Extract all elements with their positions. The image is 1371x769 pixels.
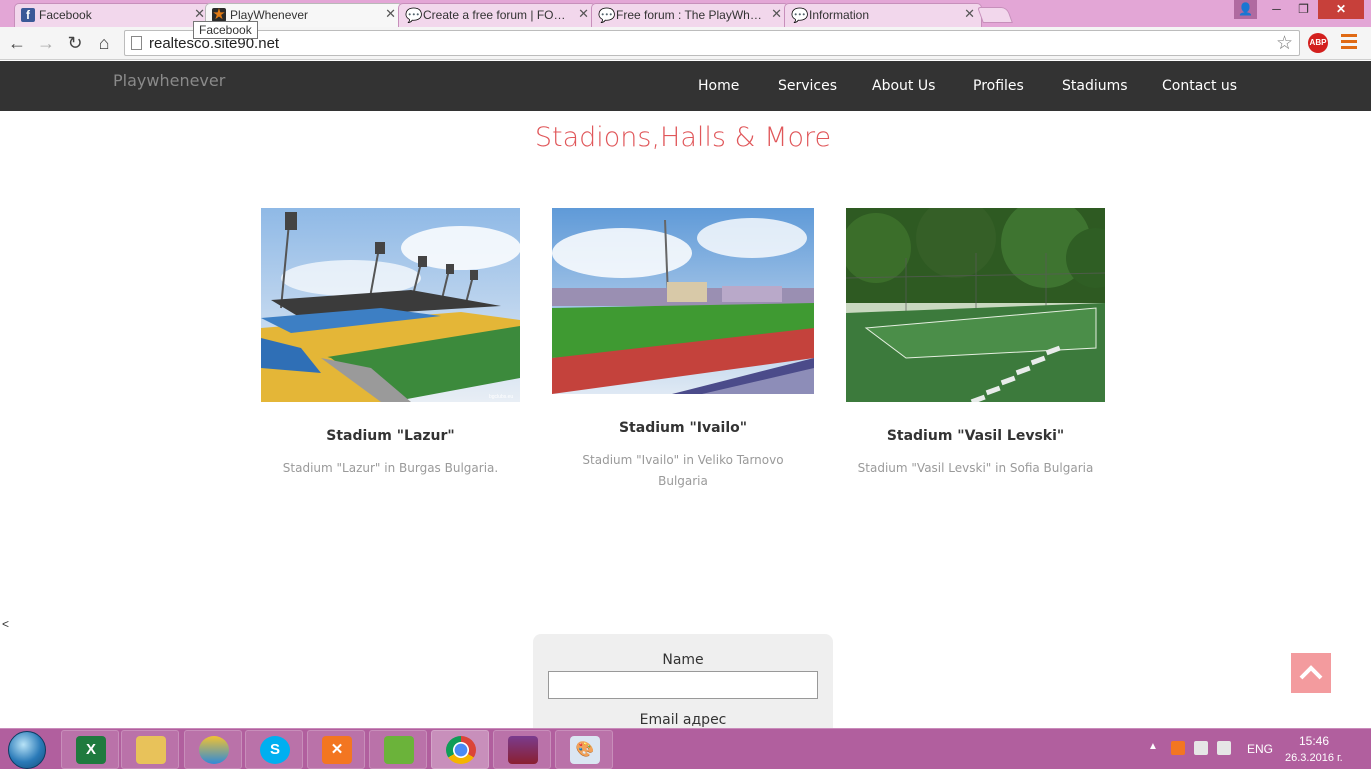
volume-icon[interactable] bbox=[1217, 741, 1231, 755]
network-icon[interactable] bbox=[1194, 741, 1208, 755]
skype-icon: S bbox=[260, 736, 290, 764]
close-window-button[interactable]: ✕ bbox=[1318, 0, 1364, 19]
winrar-icon bbox=[508, 736, 538, 764]
chat-icon: 💬 bbox=[598, 7, 616, 23]
taskbar-chrome[interactable] bbox=[431, 730, 489, 769]
chrome-icon bbox=[446, 736, 476, 764]
user-icon[interactable]: 👤 bbox=[1234, 0, 1257, 19]
close-icon[interactable]: ✕ bbox=[964, 6, 975, 22]
stadium-name: Stadium "Lazur" bbox=[326, 428, 455, 444]
taskbar-winrar[interactable] bbox=[493, 730, 551, 769]
new-tab-button[interactable] bbox=[977, 7, 1013, 23]
stadium-card-lazur: bgclubs.eu Stadium "Lazur" Stadium "Lazu… bbox=[261, 208, 520, 479]
taskbar-skype[interactable]: S bbox=[245, 730, 303, 769]
close-icon[interactable]: ✕ bbox=[385, 6, 396, 22]
nav-profiles[interactable]: Profiles bbox=[973, 78, 1024, 94]
clock-time[interactable]: 15:46 bbox=[1299, 734, 1329, 748]
tray-expand-icon[interactable]: ▲ bbox=[1148, 741, 1158, 752]
stadium-description: Stadium "Vasil Levski" in Sofia Bulgaria bbox=[857, 461, 1094, 475]
name-input[interactable] bbox=[548, 671, 818, 699]
chat-icon: 💬 bbox=[791, 7, 809, 23]
adblock-icon[interactable]: ABP bbox=[1308, 33, 1328, 53]
stadium-name: Stadium "Vasil Levski" bbox=[886, 428, 1065, 444]
stadium-description: Stadium "Lazur" in Burgas Bulgaria. bbox=[282, 461, 499, 475]
close-icon[interactable]: ✕ bbox=[578, 6, 589, 22]
tab-title: Facebook bbox=[39, 8, 92, 22]
nav-services[interactable]: Services bbox=[778, 78, 837, 94]
bookmark-star-icon[interactable]: ☆ bbox=[1276, 32, 1293, 55]
taskbar-paint[interactable]: 🎨 bbox=[555, 730, 613, 769]
stadium-description: Stadium "Ivailo" in Veliko Tarnovo Bulga… bbox=[582, 453, 784, 488]
close-icon[interactable]: ✕ bbox=[771, 6, 782, 22]
reload-icon[interactable]: ↻ bbox=[64, 32, 86, 54]
language-indicator[interactable]: ENG bbox=[1247, 742, 1273, 756]
stadium-name: Stadium "Ivailo" bbox=[618, 420, 748, 436]
nav-stadiums[interactable]: Stadiums bbox=[1062, 78, 1128, 94]
notepad-icon bbox=[384, 736, 414, 764]
paint-icon: 🎨 bbox=[570, 736, 600, 764]
taskbar-notepad[interactable] bbox=[369, 730, 427, 769]
star-icon: ★ bbox=[212, 6, 226, 23]
email-label: Email адрес bbox=[639, 712, 727, 728]
xampp-icon: ✕ bbox=[322, 736, 352, 764]
stadium-photo-vasil-levski bbox=[846, 208, 1105, 402]
windows-taskbar: X S ✕ 🎨 ▲ ENG 15:46 26.3.2016 г. bbox=[0, 728, 1371, 769]
tab-information[interactable]: 💬 Information ✕ bbox=[784, 3, 982, 27]
facebook-icon: f bbox=[21, 8, 35, 22]
name-label: Name bbox=[662, 652, 704, 668]
taskbar-explorer[interactable] bbox=[121, 730, 179, 769]
stadium-card-ivailo: Stadium "Ivailo" Stadium "Ivailo" in Vel… bbox=[552, 208, 814, 492]
site-brand[interactable]: Playwhenever bbox=[113, 71, 225, 90]
tab-title: PlayWhenever bbox=[230, 8, 309, 22]
address-bar[interactable]: realtesco.site90.net ☆ bbox=[124, 30, 1300, 56]
nav-contact-us[interactable]: Contact us bbox=[1162, 78, 1237, 94]
site-navbar: Playwhenever Home Services About Us Prof… bbox=[0, 61, 1371, 111]
tab-create-forum[interactable]: 💬 Create a free forum | FORUM ✕ bbox=[398, 3, 596, 27]
restore-button[interactable]: ❐ bbox=[1290, 0, 1317, 19]
tab-tooltip: Facebook bbox=[193, 21, 258, 39]
stadium-photo-lazur: bgclubs.eu bbox=[261, 208, 520, 402]
start-button[interactable] bbox=[8, 731, 46, 769]
media-icon bbox=[199, 736, 229, 764]
nav-about-us[interactable]: About Us bbox=[872, 78, 935, 94]
stadium-photo-ivailo bbox=[552, 208, 814, 394]
stadium-card-vasil-levski: Stadium "Vasil Levski" Stadium "Vasil Le… bbox=[846, 208, 1105, 479]
tab-facebook[interactable]: f Facebook ✕ bbox=[14, 3, 212, 27]
close-icon[interactable]: ✕ bbox=[194, 6, 205, 22]
xampp-tray-icon[interactable] bbox=[1171, 741, 1185, 755]
chevron-up-icon bbox=[1299, 665, 1323, 680]
home-icon[interactable]: ⌂ bbox=[93, 32, 115, 54]
excel-icon: X bbox=[76, 736, 106, 764]
chat-icon: 💬 bbox=[405, 7, 423, 23]
tab-title: Free forum : The PlayWhenever bbox=[616, 8, 764, 22]
tab-free-forum[interactable]: 💬 Free forum : The PlayWhenever ✕ bbox=[591, 3, 789, 27]
chrome-menu-icon[interactable] bbox=[1341, 34, 1357, 50]
taskbar-xampp[interactable]: ✕ bbox=[307, 730, 365, 769]
clock-date[interactable]: 26.3.2016 г. bbox=[1285, 752, 1343, 764]
photo-watermark: bgclubs.eu bbox=[489, 394, 513, 400]
forward-icon[interactable]: → bbox=[35, 32, 57, 54]
tab-title: Information bbox=[809, 8, 870, 22]
page-icon bbox=[131, 36, 142, 50]
scroll-to-top-button[interactable] bbox=[1291, 653, 1331, 693]
stray-text: < bbox=[2, 617, 10, 631]
nav-home[interactable]: Home bbox=[698, 78, 739, 94]
tab-title: Create a free forum | FORUM bbox=[423, 8, 571, 22]
taskbar-excel[interactable]: X bbox=[61, 730, 119, 769]
folder-icon bbox=[136, 736, 166, 764]
taskbar-media[interactable] bbox=[184, 730, 242, 769]
section-title: Stadions,Halls & More bbox=[534, 122, 832, 153]
minimize-button[interactable]: ─ bbox=[1263, 0, 1290, 19]
back-icon[interactable]: ← bbox=[6, 32, 28, 54]
